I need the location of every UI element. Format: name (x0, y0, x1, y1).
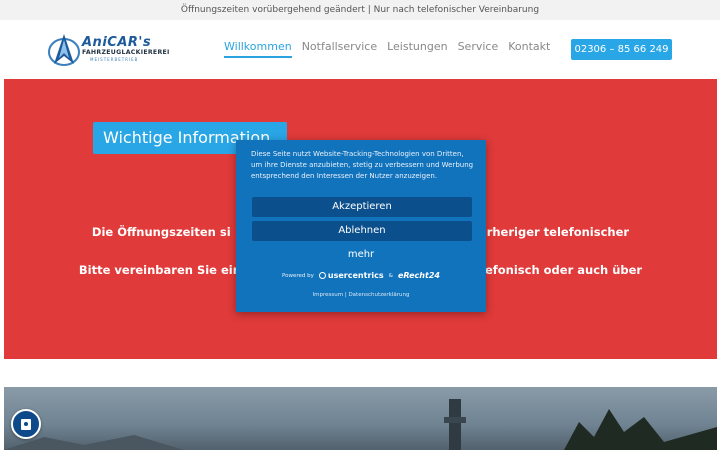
legal-links[interactable]: Impressum | Datenschutzerklärung (236, 292, 486, 298)
site-header: AniCAR's FAHRZEUGLACKIEREREI MEISTERBETR… (0, 20, 720, 78)
header-photo (4, 387, 717, 450)
decline-button[interactable]: Ablehnen (252, 221, 472, 241)
nav-item-kontakt[interactable]: Kontakt (508, 40, 550, 58)
anicars-logo[interactable]: AniCAR's FAHRZEUGLACKIEREREI MEISTERBETR… (46, 32, 169, 68)
logo-subtitle: FAHRZEUGLACKIEREREI (82, 49, 170, 56)
usercentrics-icon (318, 272, 326, 279)
logo-tagline: MEISTERBETRIEB (90, 57, 139, 62)
nav-item-leistungen[interactable]: Leistungen (387, 40, 447, 58)
usercentrics-name: usercentrics (327, 271, 384, 280)
hero-line-1-left: Die Öffnungszeiten si (91, 225, 231, 239)
cookie-consent-dialog: Diese Seite nutzt Website-Tracking-Techn… (236, 140, 486, 312)
hero-line-1-right: rheriger telefonischer (486, 225, 630, 239)
more-link[interactable]: mehr (236, 249, 486, 260)
nav-item-service[interactable]: Service (458, 40, 499, 58)
accept-button[interactable]: Akzeptieren (252, 197, 472, 217)
announcement-bar: Öffnungszeiten vorübergehend geändert | … (0, 0, 720, 20)
logo-name: AniCAR's (82, 35, 152, 50)
logo-emblem-icon (48, 34, 80, 66)
announcement-text: Öffnungszeiten vorübergehend geändert | … (180, 5, 540, 15)
privacy-shield-icon (21, 419, 31, 430)
nav-item-notfallservice[interactable]: Notfallservice (302, 40, 377, 58)
usercentrics-logo[interactable]: usercentrics (318, 271, 384, 280)
main-navigation: Willkommen Notfallservice Leistungen Ser… (224, 20, 550, 78)
consent-settings-button[interactable] (11, 409, 41, 439)
powered-by: Powered by usercentrics & eRecht24 (236, 271, 486, 280)
hero-line-2-left: Bitte vereinbaren Sie ein (78, 263, 241, 277)
nav-item-willkommen[interactable]: Willkommen (224, 40, 292, 58)
phone-button[interactable]: 02306 – 85 66 249 (571, 39, 672, 60)
erecht24-logo[interactable]: eRecht24 (398, 271, 440, 280)
ampersand: & (388, 272, 393, 279)
powered-by-label: Powered by (282, 272, 314, 279)
industrial-photo-image (4, 399, 717, 450)
hero-line-2-right: efonisch oder auch über (484, 263, 643, 277)
cookie-message: Diese Seite nutzt Website-Tracking-Techn… (251, 150, 474, 180)
